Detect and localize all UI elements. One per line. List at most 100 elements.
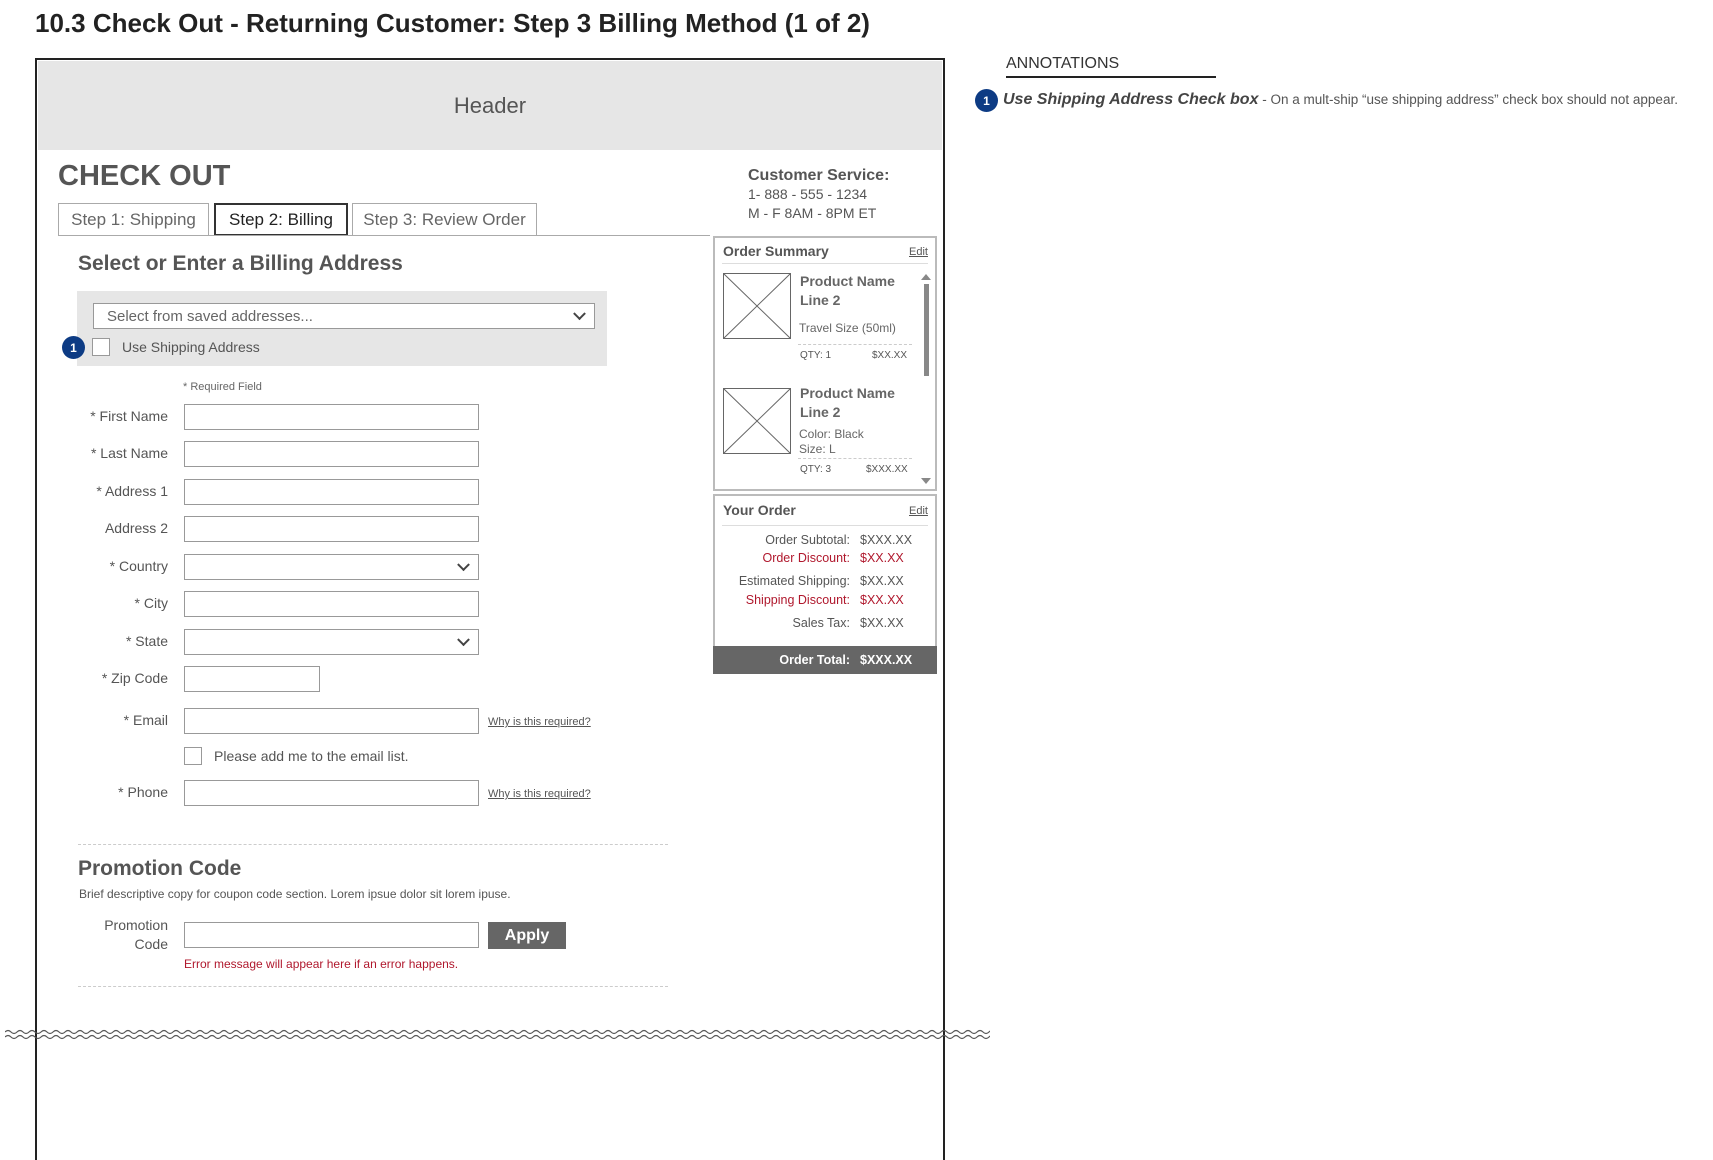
tab-step-3-review-order[interactable]: Step 3: Review Order [352, 203, 537, 236]
scroll-down-arrow-icon[interactable] [921, 478, 931, 484]
promo-heading: Promotion Code [78, 857, 242, 880]
customer-service-title: Customer Service: [748, 167, 890, 184]
sales-tax-label: Sales Tax: [792, 616, 850, 630]
shipping-discount-label: Shipping Discount: [745, 593, 850, 607]
tab-underline [58, 235, 710, 236]
address1-label: * Address 1 [96, 483, 168, 499]
phone-input[interactable] [184, 780, 479, 806]
address2-label: Address 2 [104, 520, 168, 536]
order-subtotal-label: Order Subtotal: [765, 533, 850, 547]
wave-line-bottom [5, 1034, 990, 1040]
sales-tax-value: $XX.XX [860, 616, 904, 630]
product-detail: Color: Black Size: L [799, 427, 864, 457]
email-input[interactable] [184, 708, 479, 734]
product-qty: QTY: 1 [800, 350, 832, 361]
product-price: $XX.XX [872, 350, 908, 361]
product-image-placeholder [723, 388, 791, 454]
email-label: * Email [123, 712, 168, 728]
panel-divider [722, 525, 928, 526]
item-divider [798, 344, 912, 345]
email-list-label: Please add me to the email list. [214, 748, 409, 764]
first-name-label: * First Name [90, 408, 168, 424]
order-total-value: $XXX.XX [860, 653, 913, 667]
phone-label: * Phone [118, 784, 168, 800]
tab-step-1-shipping[interactable]: Step 1: Shipping [58, 203, 209, 236]
product-price: $XXX.XX [866, 464, 908, 475]
order-discount-label: Order Discount: [762, 551, 850, 565]
shipping-discount-value: $XX.XX [860, 593, 904, 607]
header-label: Header [453, 92, 527, 118]
page-title: 10.3 Check Out - Returning Customer: Ste… [35, 8, 870, 38]
state-select[interactable] [184, 629, 479, 655]
order-total-label: Order Total: [779, 653, 850, 667]
required-field-note: * Required Field [183, 381, 262, 393]
order-discount-value: $XX.XX [860, 551, 904, 565]
product-color: Color: Black [799, 427, 864, 441]
annotation-marker-icon: 1 [62, 336, 85, 359]
promo-description: Brief descriptive copy for coupon code s… [79, 887, 511, 901]
scrollbar-thumb[interactable] [924, 284, 929, 376]
product-name-line1: Product Name [800, 273, 895, 289]
product-name-line2: Line 2 [800, 292, 841, 308]
promo-error-message: Error message will appear here if an err… [184, 957, 459, 971]
last-name-label: * Last Name [90, 445, 168, 461]
product-detail: Travel Size (50ml) [799, 321, 896, 335]
city-label: * City [134, 595, 168, 611]
chevron-down-icon [573, 307, 586, 321]
email-why-required-link[interactable]: Why is this required? [488, 716, 591, 728]
order-summary-edit-link[interactable]: Edit [909, 246, 928, 258]
product-name: Product Name Line 2 [800, 384, 895, 422]
product-image-placeholder [723, 273, 791, 339]
tab-step-2-billing[interactable]: Step 2: Billing [214, 203, 348, 236]
zip-code-label: * Zip Code [101, 670, 168, 686]
chevron-down-icon [457, 633, 470, 647]
annotation-text: - On a mult-ship “use shipping address” … [1258, 92, 1678, 107]
saved-address-select-value: Select from saved addresses... [107, 307, 313, 325]
zip-code-input[interactable] [184, 666, 320, 692]
billing-heading: Select or Enter a Billing Address [78, 252, 403, 275]
state-label: * State [125, 633, 168, 649]
product-qty: QTY: 3 [800, 464, 832, 475]
estimated-shipping-value: $XX.XX [860, 574, 904, 588]
apply-button[interactable]: Apply [488, 922, 566, 949]
product-name-line1: Product Name [800, 385, 895, 401]
estimated-shipping-label: Estimated Shipping: [738, 574, 850, 588]
header-placeholder: Header [38, 61, 942, 150]
phone-why-required-link[interactable]: Why is this required? [488, 788, 591, 800]
item-divider [798, 458, 912, 459]
annotation-item: Use Shipping Address Check box - On a mu… [1003, 91, 1678, 109]
product-name: Product Name Line 2 [800, 272, 895, 310]
annotations-heading: ANNOTATIONS [1006, 55, 1120, 72]
first-name-input[interactable] [184, 404, 479, 430]
country-select[interactable] [184, 554, 479, 580]
customer-service-phone: 1- 888 - 555 - 1234 [748, 186, 868, 202]
promo-code-label: Promotion Code [48, 916, 168, 954]
annotation-title: Use Shipping Address Check box [1003, 91, 1259, 108]
order-subtotal-value: $XXX.XX [860, 533, 913, 547]
promo-code-input[interactable] [184, 922, 479, 948]
section-divider [78, 986, 668, 987]
wave-line-top [5, 1029, 990, 1035]
country-label: * Country [109, 558, 168, 574]
use-shipping-address-checkbox[interactable] [92, 338, 110, 356]
promo-code-label-line2: Code [134, 936, 168, 952]
customer-service: Customer Service: 1- 888 - 555 - 1234 M … [748, 166, 889, 223]
customer-service-hours: M - F 8AM - 8PM ET [748, 205, 877, 221]
last-name-input[interactable] [184, 441, 479, 467]
city-input[interactable] [184, 591, 479, 617]
annotation-number-icon: 1 [975, 89, 998, 112]
your-order-title: Your Order [723, 502, 796, 518]
chevron-down-icon [457, 558, 470, 572]
annotations-underline [1006, 76, 1216, 78]
address1-input[interactable] [184, 479, 479, 505]
saved-address-select[interactable]: Select from saved addresses... [93, 303, 595, 329]
address2-input[interactable] [184, 516, 479, 542]
checkout-title: CHECK OUT [58, 160, 231, 192]
product-size: Size: L [799, 442, 836, 456]
promo-code-label-line1: Promotion [104, 917, 168, 933]
product-name-line2: Line 2 [800, 404, 841, 420]
scroll-up-arrow-icon[interactable] [921, 274, 931, 280]
your-order-edit-link[interactable]: Edit [909, 505, 928, 517]
page-cut-wave [5, 1029, 990, 1040]
email-list-checkbox[interactable] [184, 747, 202, 765]
